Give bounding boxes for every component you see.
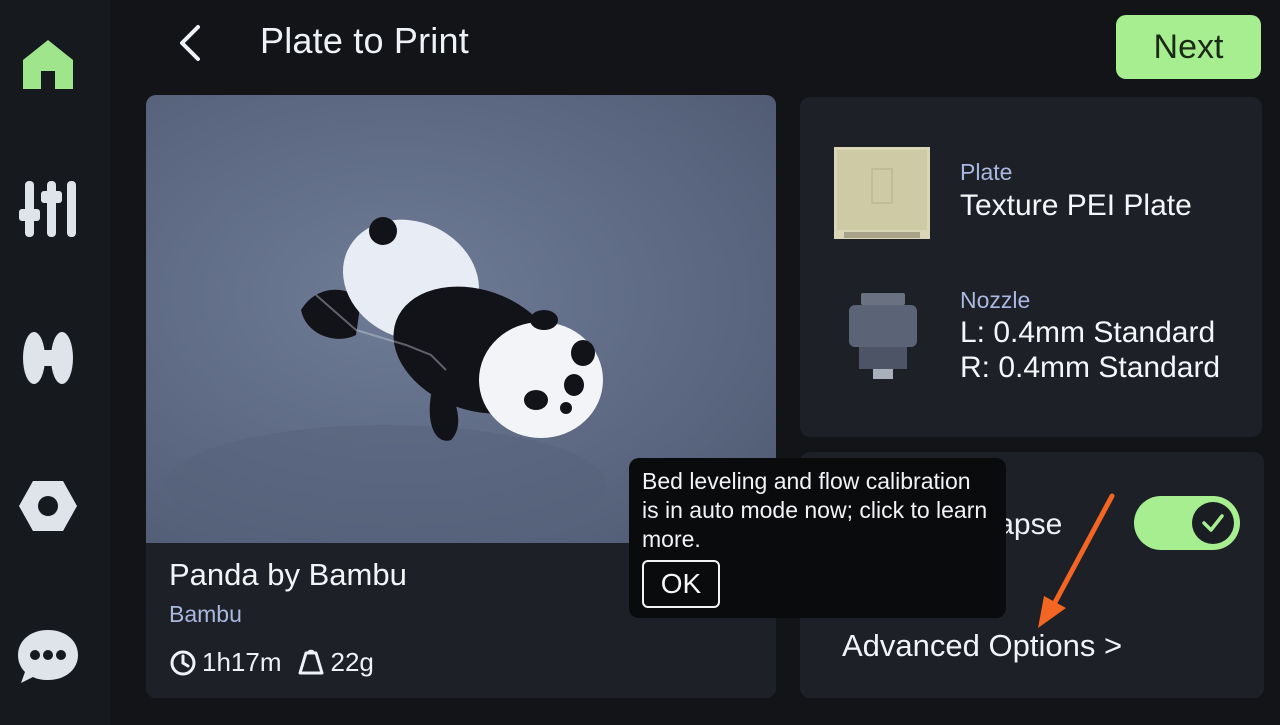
nozzle-label: Nozzle: [960, 287, 1031, 313]
plate-image[interactable]: [834, 147, 930, 239]
print-time-stat: 1h17m: [169, 647, 282, 678]
model-stats: 1h17m 22g: [169, 647, 388, 678]
controls-icon[interactable]: [12, 172, 84, 244]
sidebar: [0, 0, 110, 725]
home-icon[interactable]: [12, 28, 84, 100]
weight-stat: 22g: [296, 647, 374, 678]
model-name: Panda by Bambu: [169, 557, 407, 592]
timelapse-toggle[interactable]: [1134, 496, 1240, 550]
calibration-tooltip[interactable]: Bed leveling and flow calibration is in …: [629, 458, 1006, 618]
tooltip-ok-button[interactable]: OK: [642, 560, 720, 608]
clock-icon: [170, 650, 196, 675]
back-button[interactable]: [170, 18, 210, 68]
chevron-left-icon: [180, 25, 200, 61]
chat-icon[interactable]: [12, 620, 84, 692]
toggle-knob: [1192, 502, 1234, 544]
weight-icon: [298, 649, 323, 674]
page-title: Plate to Print: [260, 20, 469, 61]
print-time: 1h17m: [202, 647, 282, 677]
model-author: Bambu: [169, 601, 242, 627]
plate-label: Plate: [960, 159, 1013, 185]
next-button[interactable]: Next: [1116, 15, 1261, 79]
nozzle-info: Nozzle L: 0.4mm Standard R: 0.4mm Standa…: [960, 287, 1220, 385]
nozzle-icon: [845, 293, 921, 381]
nozzle-right: R: 0.4mm Standard: [960, 350, 1221, 384]
settings-icon[interactable]: [12, 470, 84, 542]
filament-icon[interactable]: [12, 322, 84, 394]
plate-info: Plate Texture PEI Plate: [960, 159, 1192, 224]
tooltip-text[interactable]: Bed leveling and flow calibration is in …: [642, 467, 992, 554]
advanced-options-link[interactable]: Advanced Options >: [842, 628, 1122, 664]
filament-weight: 22g: [330, 647, 374, 677]
checkmark-icon: [1202, 514, 1224, 532]
nozzle-left: L: 0.4mm Standard: [960, 316, 1216, 349]
print-config-card: Plate Texture PEI Plate Nozzle L: 0.4mm …: [800, 97, 1262, 437]
plate-value: Texture PEI Plate: [960, 189, 1192, 222]
